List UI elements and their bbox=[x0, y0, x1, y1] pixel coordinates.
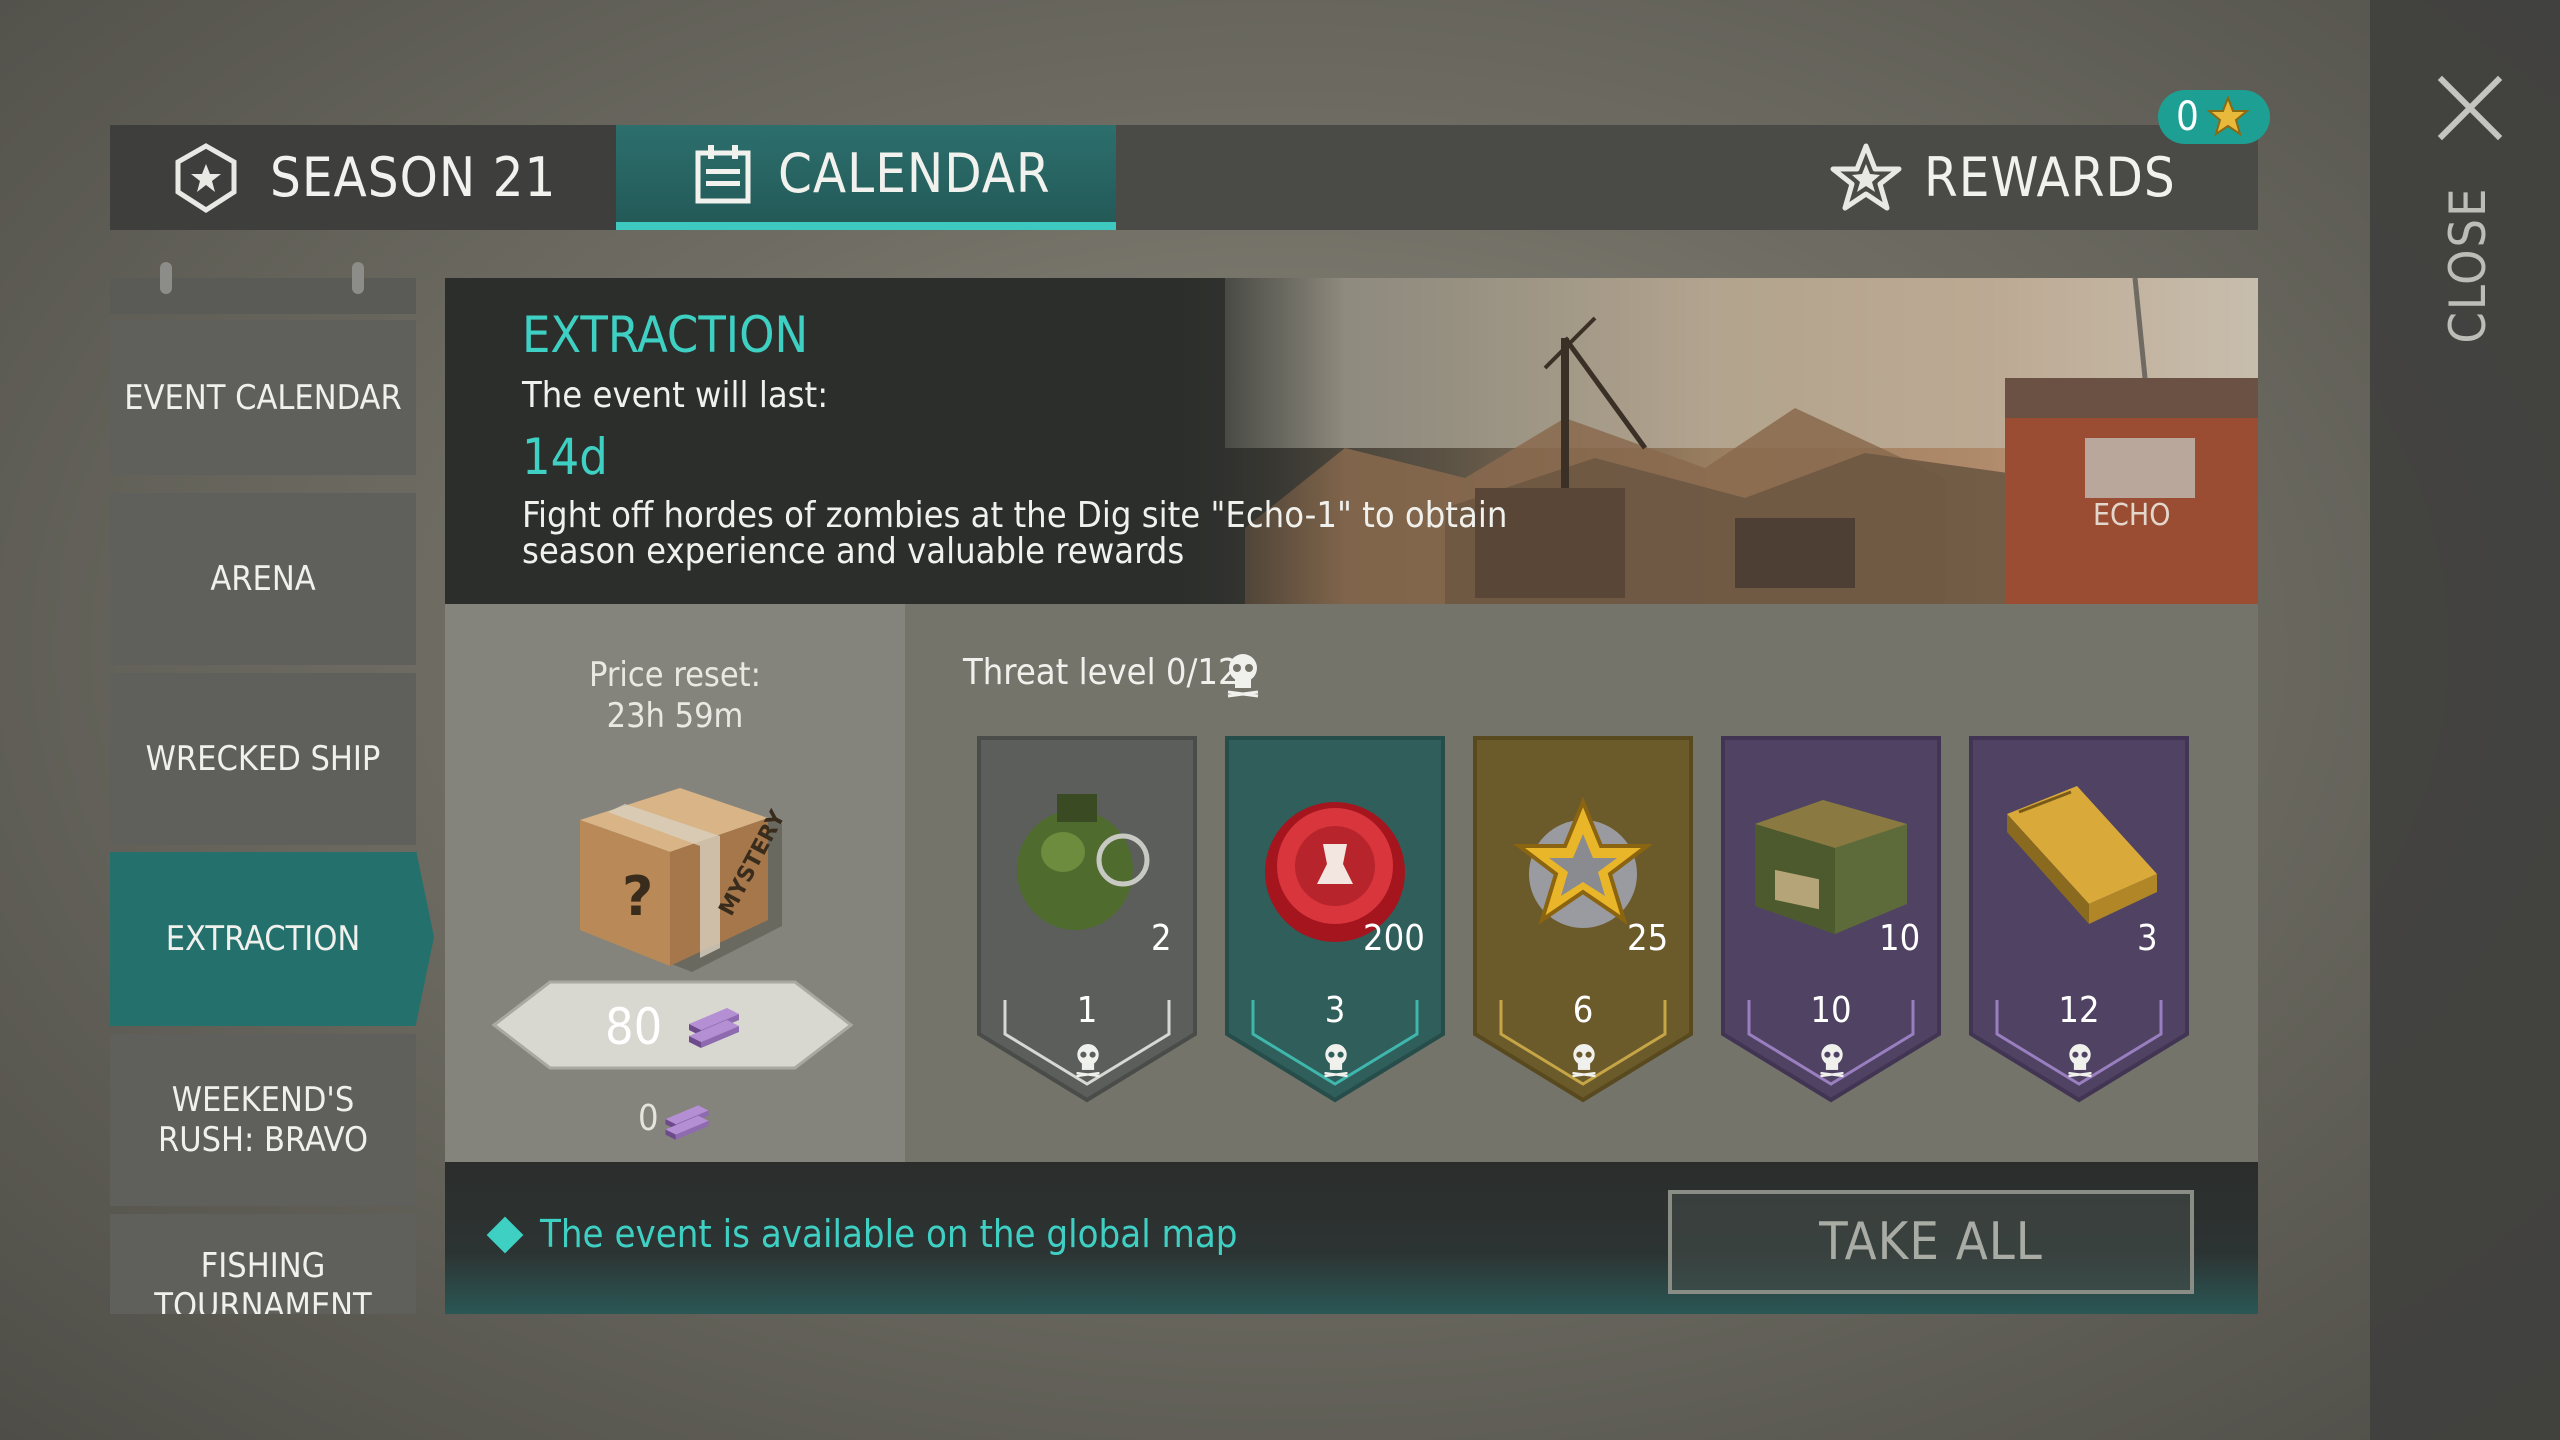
tab-season-label: SEASON 21 bbox=[270, 146, 557, 209]
svg-text:?: ? bbox=[622, 865, 653, 928]
skull-icon bbox=[1226, 652, 1260, 698]
reward-card[interactable]: 200 3 bbox=[1223, 734, 1447, 1104]
season-shield-icon bbox=[172, 142, 240, 214]
event-duration: 14d bbox=[522, 428, 608, 486]
tab-calendar[interactable]: CALENDAR bbox=[616, 125, 1116, 230]
skull-icon bbox=[1075, 1042, 1101, 1082]
tab-season[interactable]: SEASON 21 bbox=[110, 125, 616, 230]
sidebar-item-wrecked-ship[interactable]: WRECKED SHIP bbox=[110, 673, 416, 845]
banner-sign-text: ECHO bbox=[2093, 498, 2171, 533]
sidebar-item-extraction[interactable]: EXTRACTION bbox=[110, 852, 416, 1026]
event-availability-note: The event is available on the global map bbox=[540, 1212, 1238, 1256]
tab-rewards-label: REWARDS bbox=[1924, 146, 2176, 209]
sidebar-active-indicator bbox=[416, 850, 434, 1024]
mystery-box-icon[interactable]: ? MYSTERY bbox=[570, 770, 800, 980]
skull-icon bbox=[2067, 1042, 2093, 1082]
calendar-icon bbox=[694, 143, 752, 205]
reward-card[interactable]: 25 6 bbox=[1471, 734, 1695, 1104]
event-title: EXTRACTION bbox=[522, 306, 809, 364]
purple-bar-icon bbox=[685, 1002, 743, 1048]
reward-quantity: 10 bbox=[1879, 918, 1921, 959]
price-reset-timer: 23h 59m bbox=[606, 696, 744, 736]
price-reset-label: Price reset: bbox=[589, 655, 761, 695]
reward-threat-level: 12 bbox=[2058, 990, 2100, 1031]
skull-icon bbox=[1323, 1042, 1349, 1082]
purple-bar-icon bbox=[662, 1100, 712, 1140]
reward-quantity: 3 bbox=[2137, 918, 2158, 959]
skull-icon bbox=[1571, 1042, 1597, 1082]
reward-threat-level: 6 bbox=[1572, 990, 1594, 1031]
sidebar-item-arena[interactable]: ARENA bbox=[110, 493, 416, 665]
event-duration-label: The event will last: bbox=[522, 375, 829, 416]
reward-quantity: 200 bbox=[1363, 918, 1425, 959]
box-price: 80 bbox=[605, 998, 663, 1056]
sidebar-item-event-calendar[interactable]: EVENT CALENDAR bbox=[110, 320, 416, 475]
reward-card[interactable]: 2 1 bbox=[975, 734, 1199, 1104]
take-all-button[interactable]: TAKE ALL bbox=[1668, 1190, 2194, 1294]
close-icon[interactable] bbox=[2436, 74, 2504, 142]
reward-card[interactable]: 10 10 bbox=[1719, 734, 1943, 1104]
sidebar-pin-left bbox=[160, 262, 172, 294]
reward-threat-level: 3 bbox=[1324, 990, 1346, 1031]
gold-star-icon bbox=[2206, 95, 2250, 138]
reward-threat-level: 10 bbox=[1810, 990, 1852, 1031]
tab-calendar-label: CALENDAR bbox=[778, 142, 1051, 205]
rewards-badge: 0 bbox=[2158, 90, 2270, 144]
event-description: Fight off hordes of zombies at the Dig s… bbox=[522, 495, 1508, 572]
reward-quantity: 2 bbox=[1151, 918, 1172, 959]
reward-quantity: 25 bbox=[1627, 918, 1669, 959]
star-icon bbox=[1830, 142, 1902, 214]
reward-card[interactable]: 3 12 bbox=[1967, 734, 2191, 1104]
threat-level-label: Threat level 0/12 bbox=[963, 652, 1239, 693]
close-button[interactable]: CLOSE bbox=[2388, 186, 2548, 343]
skull-icon bbox=[1819, 1042, 1845, 1082]
sidebar-scroll-top bbox=[110, 278, 416, 314]
sidebar-item-weekends-rush[interactable]: WEEKEND'S RUSH: BRAVO bbox=[110, 1034, 416, 1206]
buy-box-button[interactable] bbox=[490, 978, 855, 1072]
owned-currency-amount: 0 bbox=[638, 1098, 659, 1139]
reward-threat-level: 1 bbox=[1076, 990, 1098, 1031]
sidebar-pin-right bbox=[352, 262, 364, 294]
sidebar-item-fishing-tournament[interactable]: FISHING TOURNAMENT bbox=[110, 1214, 416, 1314]
rewards-badge-count: 0 bbox=[2176, 94, 2199, 140]
